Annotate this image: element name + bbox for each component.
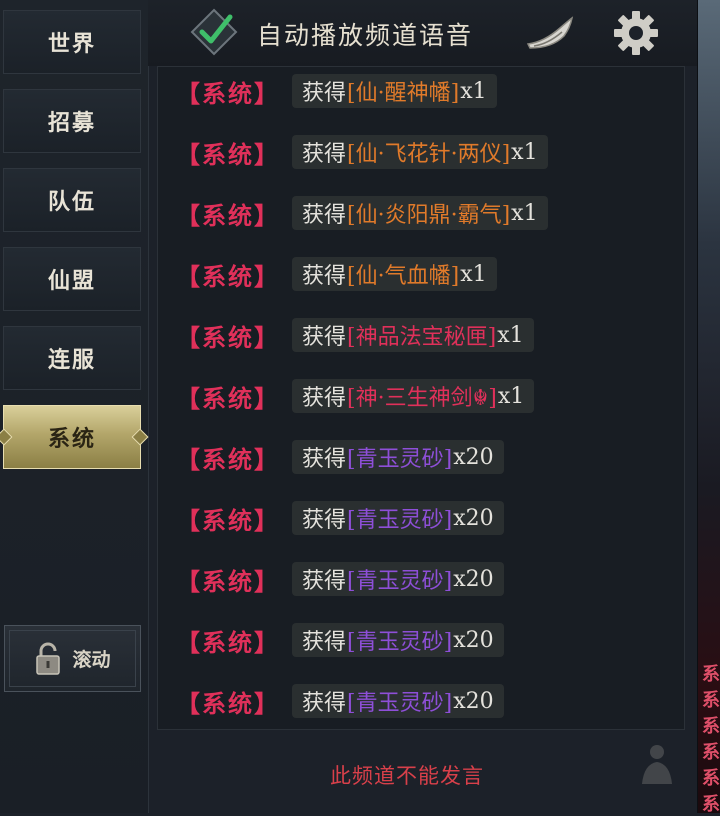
right-edge-glyph: 系 — [702, 794, 720, 815]
item-link[interactable]: [神·三生神剑☬] — [347, 380, 497, 412]
message-bubble: 获得 [青玉灵砂] x20 — [292, 562, 504, 596]
item-quantity: x20 — [453, 688, 494, 714]
list-item: 【系统】 获得 [青玉灵砂] x20 — [176, 439, 504, 475]
scroll-lock-button[interactable]: 滚动 — [4, 625, 141, 692]
message-prefix: 获得 — [302, 81, 347, 106]
message-bubble: 获得 [仙·气血幡] x1 — [292, 257, 497, 291]
tab-cross-server[interactable]: 连服 — [3, 326, 141, 390]
list-item: 【系统】 获得 [仙·飞花针·两仪] x1 — [176, 134, 548, 170]
system-tag: 【系统】 — [176, 78, 280, 108]
item-link[interactable]: [仙·气血幡] — [347, 258, 459, 290]
message-bubble: 获得 [青玉灵砂] x20 — [292, 501, 504, 535]
item-quantity: x1 — [511, 139, 538, 165]
list-item: 【系统】 获得 [神品法宝秘匣] x1 — [176, 317, 534, 353]
right-edge-glyph: 系 — [702, 742, 720, 763]
item-quantity: x20 — [453, 505, 494, 531]
message-bubble: 获得 [青玉灵砂] x20 — [292, 623, 504, 657]
scroll-button-label: 滚动 — [72, 649, 111, 671]
right-edge-glyph: 系 — [702, 768, 720, 789]
message-prefix: 获得 — [302, 325, 347, 350]
list-item: 【系统】 获得 [青玉灵砂] x20 — [176, 561, 504, 597]
decorative-figure-icon — [642, 745, 672, 784]
message-prefix: 获得 — [302, 630, 347, 655]
item-quantity: x20 — [453, 444, 494, 470]
horn-icon[interactable] — [524, 14, 576, 52]
item-link[interactable]: [青玉灵砂] — [347, 441, 452, 473]
item-quantity: x1 — [497, 322, 524, 348]
tab-system[interactable]: 系统 — [3, 405, 141, 469]
cannot-speak-notice: 此频道不能发言 — [330, 764, 484, 788]
item-quantity: x1 — [497, 383, 525, 409]
list-item: 【系统】 获得 [仙·炎阳鼎·霸气] x1 — [176, 195, 548, 231]
system-tag: 【系统】 — [176, 444, 280, 474]
list-item: 【系统】 获得 [神·三生神剑☬] x1 — [176, 378, 535, 414]
message-prefix: 获得 — [302, 508, 347, 533]
system-tag: 【系统】 — [176, 688, 280, 718]
list-item: 【系统】 获得 [仙·醒神幡] x1 — [176, 73, 497, 109]
system-tag: 【系统】 — [176, 322, 280, 352]
list-item: 【系统】 获得 [青玉灵砂] x20 — [176, 500, 504, 536]
item-quantity: x1 — [460, 78, 487, 104]
right-edge-glyph: 系 — [702, 664, 720, 685]
list-item: 【系统】 获得 [青玉灵砂] x20 — [176, 683, 504, 719]
message-prefix: 获得 — [302, 569, 347, 594]
message-bubble: 获得 [神·三生神剑☬] x1 — [292, 379, 535, 413]
system-tag: 【系统】 — [176, 627, 280, 657]
message-prefix: 获得 — [302, 203, 347, 228]
tab-recruit[interactable]: 招募 — [3, 89, 141, 153]
message-prefix: 获得 — [302, 447, 347, 472]
message-bubble: 获得 [青玉灵砂] x20 — [292, 684, 504, 718]
message-list[interactable]: 【系统】 获得 [仙·醒神幡] x1 【系统】 获得 [仙·飞花针·两仪] x1 【系统… — [157, 66, 685, 730]
lock-icon — [36, 642, 61, 675]
tab-alliance[interactable]: 仙盟 — [3, 247, 141, 311]
item-link[interactable]: [青玉灵砂] — [347, 685, 452, 717]
gear-icon[interactable] — [613, 10, 659, 56]
message-bubble: 获得 [神品法宝秘匣] x1 — [292, 318, 534, 352]
list-item: 【系统】 获得 [仙·气血幡] x1 — [176, 256, 497, 292]
right-edge-glyph: 系 — [702, 716, 720, 737]
item-link[interactable]: [青玉灵砂] — [347, 563, 452, 595]
item-link[interactable]: [仙·飞花针·两仪] — [347, 136, 510, 168]
system-tag: 【系统】 — [176, 139, 280, 169]
system-tag: 【系统】 — [176, 383, 280, 413]
item-link[interactable]: [神品法宝秘匣] — [347, 319, 496, 351]
item-link[interactable]: [仙·炎阳鼎·霸气] — [347, 197, 510, 229]
list-item: 【系统】 获得 [青玉灵砂] x20 — [176, 622, 504, 658]
item-link[interactable]: [仙·醒神幡] — [347, 75, 459, 107]
message-bubble: 获得 [青玉灵砂] x20 — [292, 440, 504, 474]
message-prefix: 获得 — [302, 691, 347, 716]
item-link[interactable]: [青玉灵砂] — [347, 624, 452, 656]
item-link[interactable]: [青玉灵砂] — [347, 502, 452, 534]
item-quantity: x20 — [453, 566, 494, 592]
checkbox-checked-icon[interactable] — [190, 8, 238, 56]
system-tag: 【系统】 — [176, 566, 280, 596]
message-bubble: 获得 [仙·炎阳鼎·霸气] x1 — [292, 196, 548, 230]
system-tag: 【系统】 — [176, 200, 280, 230]
tab-world[interactable]: 世界 — [3, 10, 141, 74]
system-tag: 【系统】 — [176, 261, 280, 291]
message-prefix: 获得 — [302, 386, 347, 411]
item-quantity: x20 — [453, 627, 494, 653]
message-prefix: 获得 — [302, 142, 347, 167]
item-quantity: x1 — [460, 261, 487, 287]
system-tag: 【系统】 — [176, 505, 280, 535]
right-edge-glyph: 系 — [702, 690, 720, 711]
message-bubble: 获得 [仙·飞花针·两仪] x1 — [292, 135, 548, 169]
auto-play-voice-label: 自动播放频道语音 — [257, 21, 474, 50]
message-bubble: 获得 [仙·醒神幡] x1 — [292, 74, 497, 108]
message-prefix: 获得 — [302, 264, 347, 289]
tab-team[interactable]: 队伍 — [3, 168, 141, 232]
item-quantity: x1 — [511, 200, 538, 226]
